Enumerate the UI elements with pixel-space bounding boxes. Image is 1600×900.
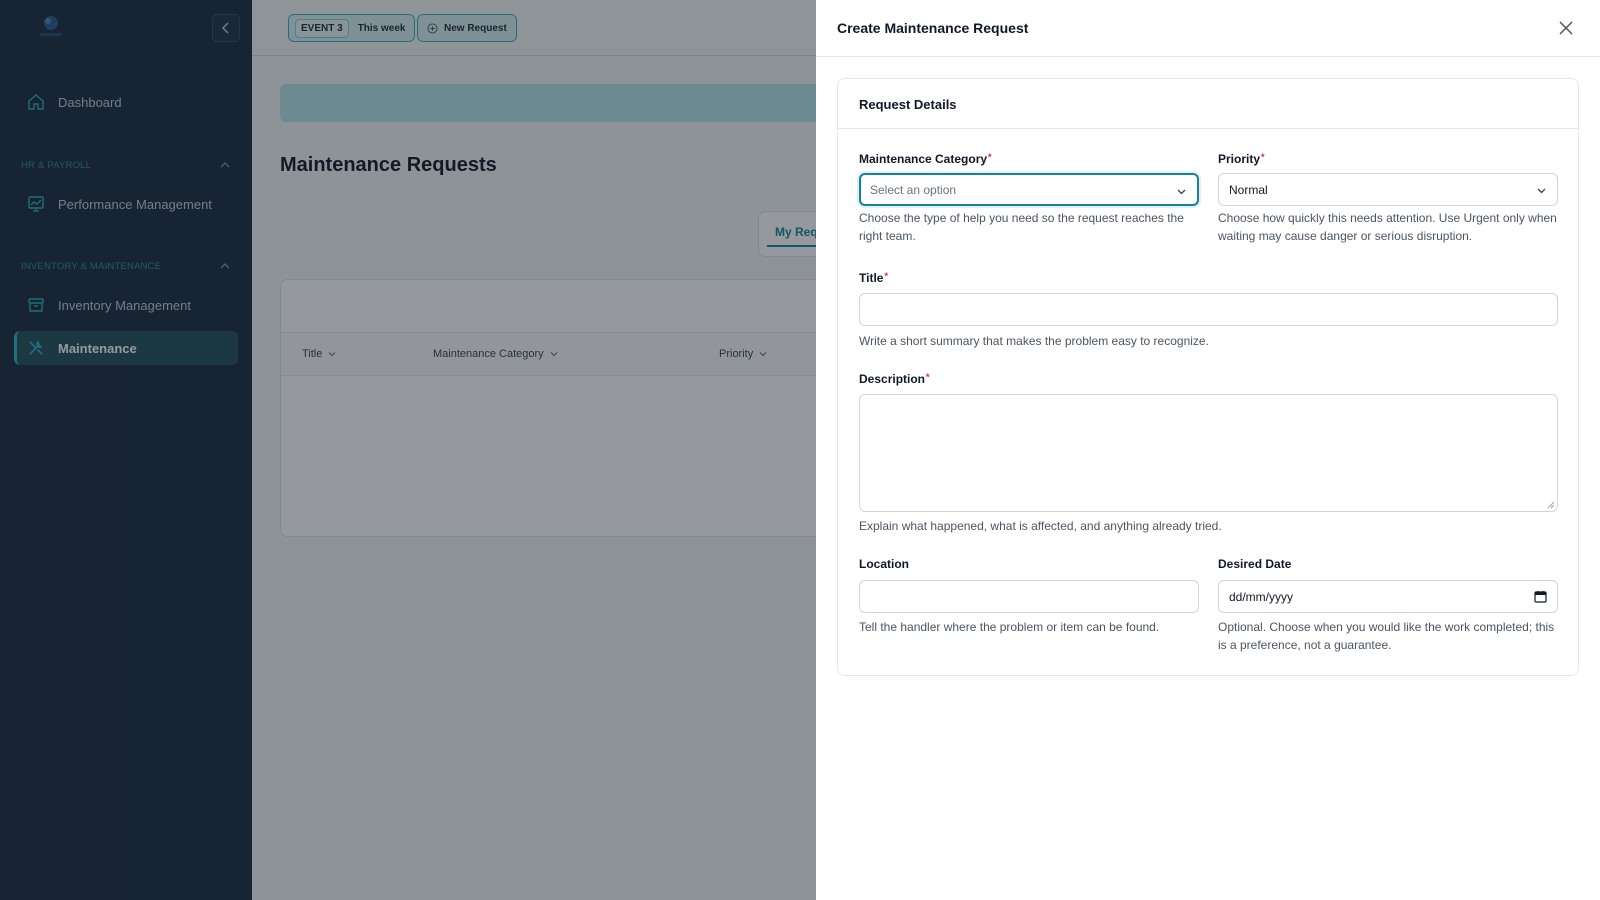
description-hint: Explain what happened, what is affected,… xyxy=(859,519,1222,533)
category-hint: Choose the type of help you need so the … xyxy=(859,211,1184,243)
create-request-drawer: Create Maintenance Request Request Detai… xyxy=(816,0,1600,900)
priority-label: Priority* xyxy=(1218,152,1265,166)
category-label-text: Maintenance Category xyxy=(859,152,988,166)
required-marker: * xyxy=(884,271,888,281)
priority-value: Normal xyxy=(1229,182,1268,197)
desired-date-label: Desired Date xyxy=(1218,557,1291,571)
maintenance-category-select[interactable]: Select an option xyxy=(859,173,1199,206)
calendar-icon[interactable] xyxy=(1534,590,1547,603)
location-hint: Tell the handler where the problem or it… xyxy=(859,620,1160,634)
required-marker: * xyxy=(1261,152,1265,162)
drawer-header: Create Maintenance Request xyxy=(816,0,1600,57)
category-label: Maintenance Category* xyxy=(859,152,992,166)
description-textarea[interactable] xyxy=(859,394,1558,512)
desired-date-input[interactable]: dd/mm/yyyy xyxy=(1218,580,1558,613)
close-button[interactable] xyxy=(1557,19,1575,37)
location-label-text: Location xyxy=(859,557,909,571)
category-placeholder: Select an option xyxy=(870,182,957,197)
title-hint: Write a short summary that makes the pro… xyxy=(859,334,1209,348)
required-marker: * xyxy=(926,372,930,382)
priority-select[interactable]: Normal xyxy=(1218,173,1558,206)
request-details-section: Request Details Maintenance Category* Se… xyxy=(837,78,1579,676)
required-marker: * xyxy=(988,152,992,162)
section-title: Request Details xyxy=(859,97,957,112)
modal-backdrop[interactable] xyxy=(0,0,816,900)
title-input[interactable] xyxy=(859,293,1558,326)
resize-handle-icon[interactable] xyxy=(1547,501,1555,509)
desired-date-label-text: Desired Date xyxy=(1218,557,1292,571)
title-label: Title* xyxy=(859,271,888,285)
location-label: Location xyxy=(859,557,909,571)
drawer-title: Create Maintenance Request xyxy=(837,20,1029,36)
desired-date-hint: Optional. Choose when you would like the… xyxy=(1218,620,1555,652)
section-header: Request Details xyxy=(838,79,1578,129)
close-icon xyxy=(1559,21,1573,35)
priority-hint: Choose how quickly this needs attention.… xyxy=(1218,211,1557,243)
priority-label-text: Priority xyxy=(1218,152,1261,166)
location-input[interactable] xyxy=(859,580,1199,613)
title-label-text: Title xyxy=(859,271,884,285)
description-label: Description* xyxy=(859,372,930,386)
description-label-text: Description xyxy=(859,372,926,386)
chevron-down-icon xyxy=(1177,189,1186,195)
chevron-down-icon xyxy=(1537,188,1546,194)
date-placeholder: dd/mm/yyyy xyxy=(1229,589,1294,604)
